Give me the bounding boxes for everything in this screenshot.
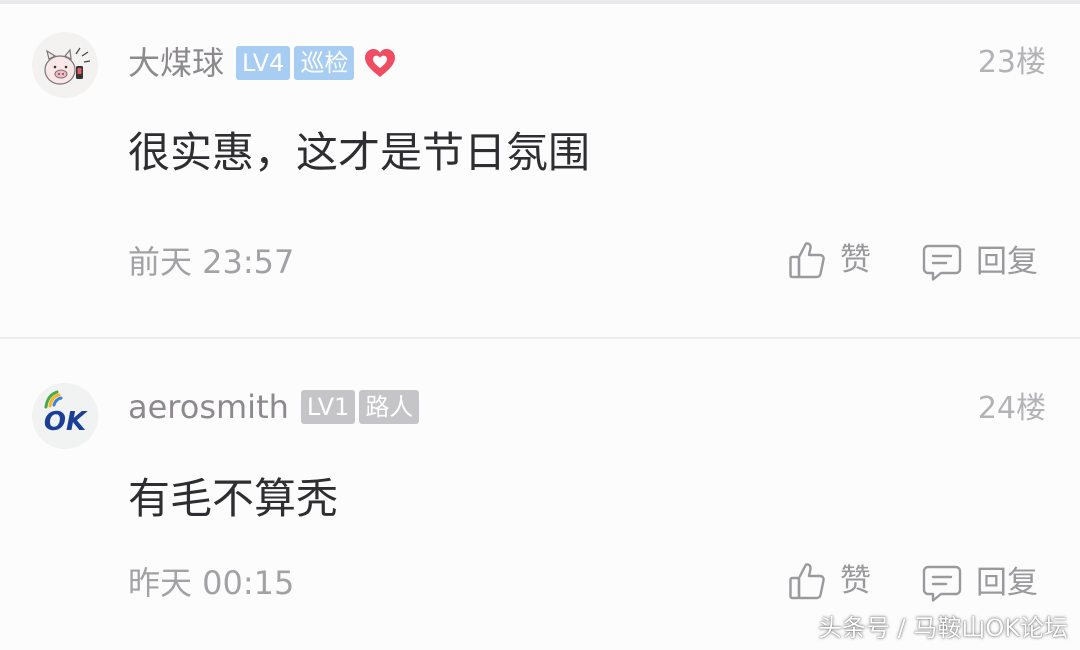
floor-number: 23楼 (977, 45, 1046, 80)
comment-text: 很实惠，这才是节日氛围 (128, 128, 591, 177)
level-badge: LV4 (236, 46, 291, 80)
reply-button[interactable]: 回复 (922, 242, 1038, 282)
thumbs-up-icon (789, 563, 825, 600)
comment-bubble-icon (922, 244, 962, 281)
reply-button[interactable]: 回复 (922, 563, 1038, 603)
watermark: 头条号 / 马鞍山OK论坛 (818, 614, 1068, 642)
heart-icon (365, 49, 396, 77)
role-badge: 路人 (359, 390, 420, 424)
comment-text: 有毛不算秃 (128, 474, 339, 523)
floor-number: 24楼 (977, 391, 1046, 426)
username[interactable]: 大煤球 (128, 43, 224, 83)
comment-header: 大煤球 LV4 巡检 (128, 43, 398, 83)
comment-item: OK aerosmith LV1 路人 24楼 有毛不算秃 昨天 00:15 赞… (0, 339, 1080, 650)
username[interactable]: aerosmith (128, 387, 289, 427)
role-badge: 巡检 (294, 46, 355, 80)
timestamp: 前天 23:57 (128, 243, 295, 281)
like-label: 赞 (840, 242, 871, 278)
thumbs-up-icon (789, 242, 825, 279)
ok-logo-avatar-icon: OK (32, 383, 98, 449)
reply-label: 回复 (976, 565, 1038, 601)
like-label: 赞 (840, 563, 871, 599)
level-badge: LV1 (300, 390, 356, 424)
pig-avatar-icon (44, 47, 91, 85)
like-button[interactable]: 赞 (788, 561, 871, 601)
like-button[interactable]: 赞 (788, 240, 871, 280)
avatar[interactable] (32, 32, 98, 98)
comment-item: 大煤球 LV4 巡检 23楼 很实惠，这才是节日氛围 前天 23:57 赞 回复 (0, 4, 1080, 337)
comment-header: aerosmith LV1 路人 (128, 387, 420, 427)
avatar[interactable]: OK (32, 383, 98, 449)
comment-bubble-icon (922, 565, 962, 602)
reply-label: 回复 (976, 244, 1038, 280)
timestamp: 昨天 00:15 (128, 564, 295, 602)
avatar-ok-text: OK (44, 407, 88, 437)
